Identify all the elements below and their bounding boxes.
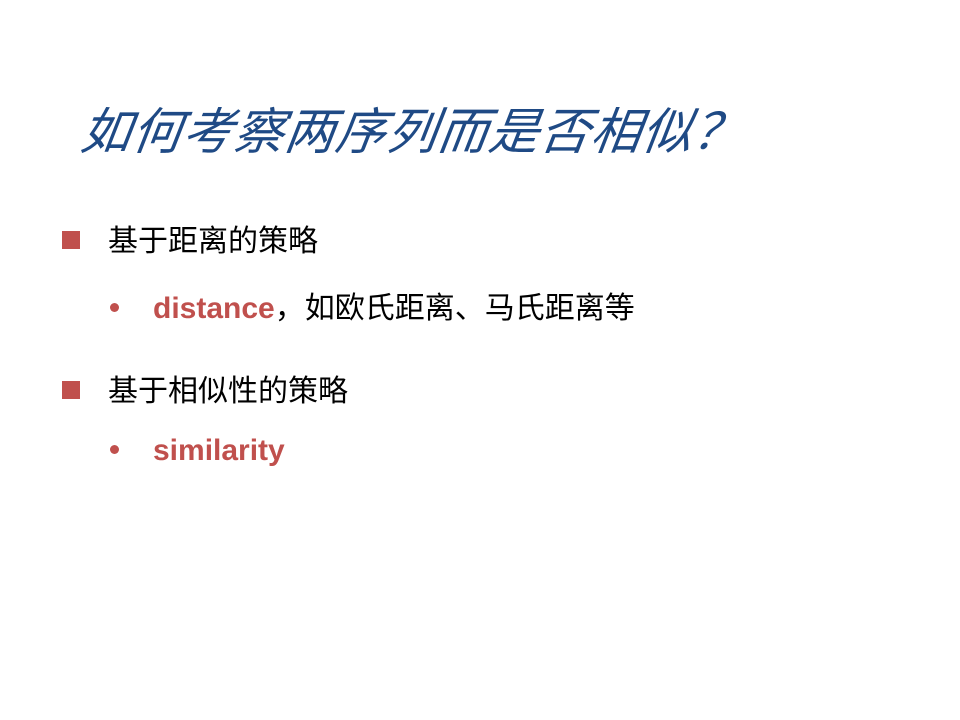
term-similarity: similarity: [153, 434, 285, 467]
square-bullet-icon: [62, 381, 80, 399]
bullet-similarity-strategy: 基于相似性的策略: [62, 366, 348, 410]
slide-title: 如何考察两序列而是否相似？: [77, 103, 749, 161]
dot-bullet-icon: [110, 445, 119, 454]
sub-bullet-text: ，如欧氏距离、马氏距离等: [274, 291, 635, 326]
term-distance: distance: [153, 292, 275, 325]
bullet-text: 基于距离的策略: [108, 224, 318, 259]
bullet-distance-strategy: 基于距离的策略: [62, 216, 318, 260]
sub-bullet-distance: distance，如欧氏距离、马氏距离等: [110, 283, 635, 327]
sub-bullet-similarity: similarity: [110, 433, 285, 468]
square-bullet-icon: [62, 231, 80, 249]
bullet-text: 基于相似性的策略: [108, 374, 348, 409]
dot-bullet-icon: [110, 303, 119, 312]
